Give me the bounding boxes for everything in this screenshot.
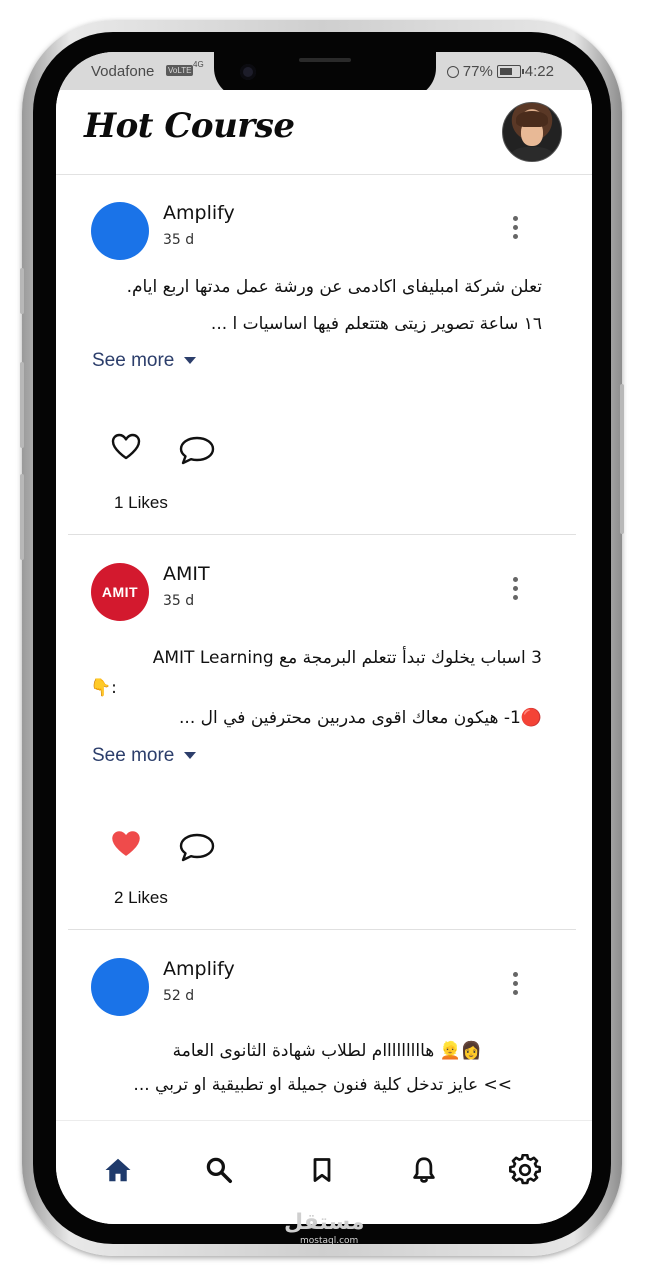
alarm-icon [446, 65, 459, 78]
post-text-line: 👩👱 هااااااااام لطلاب شهادة الثانوى العام… [172, 1041, 482, 1061]
post-text-line: 3 اسباب يخلوك تبدأ تتعلم البرمجة مع AMIT… [152, 648, 542, 668]
status-right: 77% 4:22 [446, 63, 554, 80]
author-name[interactable]: AMIT [163, 563, 210, 585]
caret-down-icon [184, 752, 197, 760]
screen: Vodafone VoLTE 4G 77% 4:22 Hot Course Am… [56, 52, 592, 1224]
profile-avatar[interactable] [502, 102, 562, 162]
post-card: Amplify 35 d تعلن شركة امبليفاى اكادمى ع… [68, 174, 576, 535]
see-more-button[interactable]: See more [92, 350, 197, 372]
home-icon[interactable] [101, 1153, 135, 1187]
power-button [620, 384, 624, 534]
volume-up-button [20, 362, 24, 448]
more-options-icon[interactable] [510, 216, 520, 244]
post-card: AMIT AMIT 35 d 3 اسباب يخلوك تبدأ تتعلم … [68, 535, 576, 930]
gear-icon[interactable] [508, 1153, 542, 1187]
battery-percent: 77% [462, 63, 493, 80]
post-text-line: ١٦ ساعة تصوير زيتى هتتعلم فيها اساسيات ا… [210, 314, 542, 334]
mute-switch [20, 268, 24, 314]
volume-down-button [20, 474, 24, 560]
clock: 4:22 [524, 63, 554, 80]
app-logo: Hot Course [84, 106, 295, 146]
heart-filled-icon[interactable] [110, 829, 142, 857]
watermark-logo: مستقل [284, 1210, 365, 1235]
author-avatar[interactable] [91, 202, 149, 260]
speaker-grille [299, 58, 351, 62]
avatar-logo-text: AMIT [101, 584, 139, 600]
author-name[interactable]: Amplify [163, 958, 235, 980]
more-options-icon[interactable] [510, 972, 520, 1000]
more-options-icon[interactable] [510, 577, 520, 605]
comment-icon[interactable] [178, 434, 216, 466]
see-more-button[interactable]: See more [92, 745, 197, 767]
battery-icon [496, 65, 524, 78]
watermark-url: mostaql.com [300, 1236, 359, 1246]
app-header: Hot Course [56, 90, 592, 175]
author-avatar[interactable] [91, 958, 149, 1016]
likes-count: 2 Likes [114, 888, 168, 907]
front-camera [240, 64, 256, 80]
post-text-line: :👇 [90, 678, 117, 698]
network-label: 4G [193, 60, 204, 69]
bottom-navigation [56, 1120, 592, 1224]
volte-badge: VoLTE [166, 65, 194, 76]
post-card: Amplify 52 d 👩👱 هااااااااام لطلاب شهادة … [56, 930, 592, 1130]
post-text-line: 🔴1- هيكون معاك اقوى مدربين محترفين في ال… [179, 708, 542, 728]
author-avatar[interactable]: AMIT [91, 563, 149, 621]
feed: Amplify 35 d تعلن شركة امبليفاى اكادمى ع… [56, 174, 592, 1130]
bookmark-icon[interactable] [305, 1153, 339, 1187]
bell-icon[interactable] [407, 1153, 441, 1187]
likes-count: 1 Likes [114, 493, 168, 512]
carrier-label: Vodafone [91, 63, 155, 80]
author-name[interactable]: Amplify [163, 202, 235, 224]
post-time: 35 d [163, 232, 195, 248]
post-time: 35 d [163, 593, 195, 609]
post-time: 52 d [163, 988, 195, 1004]
comment-icon[interactable] [178, 831, 216, 863]
post-text-line: تعلن شركة امبليفاى اكادمى عن ورشة عمل مد… [126, 277, 542, 297]
search-icon[interactable] [202, 1153, 236, 1187]
heart-icon[interactable] [110, 432, 142, 460]
post-text-line: >> عايز تدخل كلية فنون جميلة او تطبيقية … [133, 1075, 512, 1095]
caret-down-icon [184, 357, 197, 365]
